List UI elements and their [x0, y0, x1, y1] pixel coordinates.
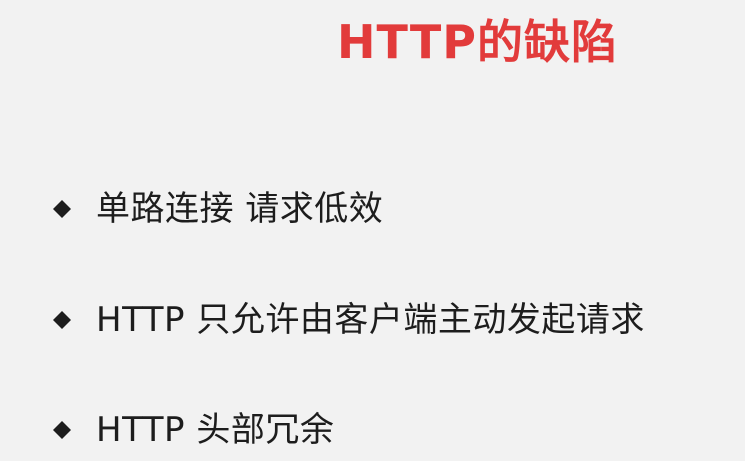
bullet-text: 单路连接 请求低效 [96, 189, 384, 229]
slide-title: HTTP的缺陷 [337, 15, 619, 69]
diamond-icon [52, 310, 72, 330]
slide: HTTP的缺陷 单路连接 请求低效 HTTP 只允许由客户端主动发起请求 HTT… [0, 0, 745, 461]
bullet-item: 单路连接 请求低效 [52, 186, 383, 232]
bullet-text: HTTP 头部冗余 [96, 410, 335, 450]
bullet-item: HTTP 只允许由客户端主动发起请求 [52, 297, 645, 343]
diamond-icon [52, 420, 72, 440]
bullet-text: HTTP 只允许由客户端主动发起请求 [96, 300, 645, 340]
bullet-item: HTTP 头部冗余 [52, 407, 334, 453]
diamond-icon [52, 199, 72, 219]
